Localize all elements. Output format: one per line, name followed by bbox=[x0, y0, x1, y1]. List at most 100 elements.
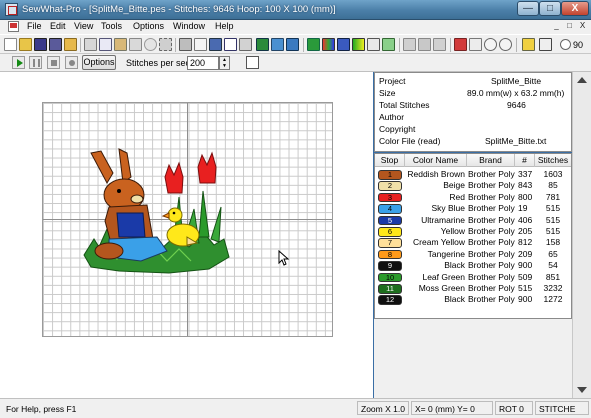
stitches-per-sec-input[interactable]: 200 bbox=[187, 56, 219, 70]
color-stop-row[interactable]: 1 Reddish Brown Brother Poly 337 1603 bbox=[375, 169, 571, 180]
document-icon[interactable] bbox=[8, 21, 19, 32]
color-palette-icon[interactable] bbox=[322, 38, 335, 51]
green-block-icon[interactable] bbox=[307, 38, 320, 51]
info-label-color-file: Color File (read) bbox=[379, 136, 441, 146]
pause-button[interactable] bbox=[29, 56, 42, 69]
book-icon[interactable] bbox=[209, 38, 222, 51]
minimize-button[interactable]: — bbox=[517, 1, 539, 16]
color-stop-row[interactable]: 10 Leaf Green Brother Poly 509 851 bbox=[375, 272, 571, 283]
color-stop-list[interactable]: Stop Color Name Brand # Stitches 1 Reddis… bbox=[374, 153, 572, 319]
color-swatch-box[interactable] bbox=[246, 56, 259, 69]
header-color-name[interactable]: Color Name bbox=[405, 154, 467, 167]
color-number: 812 bbox=[518, 237, 533, 248]
color-brand: Brother Poly bbox=[468, 271, 515, 282]
design-canvas[interactable] bbox=[0, 72, 373, 398]
color-name: Leaf Green bbox=[422, 271, 465, 282]
options-button[interactable]: Options bbox=[82, 55, 116, 70]
undo-icon[interactable] bbox=[144, 38, 157, 51]
open-icon[interactable] bbox=[19, 38, 32, 51]
embroidery-design[interactable] bbox=[79, 147, 239, 277]
color-stop-row[interactable]: 5 Ultramarine Brother Poly 406 515 bbox=[375, 215, 571, 226]
email-icon[interactable] bbox=[271, 38, 284, 51]
print-preview-icon[interactable] bbox=[194, 38, 207, 51]
thread-icon[interactable] bbox=[286, 38, 299, 51]
color-number: 900 bbox=[518, 260, 533, 271]
bunny-ear-right bbox=[118, 148, 132, 184]
copy-icon[interactable] bbox=[99, 38, 112, 51]
help-icon[interactable] bbox=[522, 38, 535, 51]
color-stop-row[interactable]: 2 Beige Brother Poly 843 85 bbox=[375, 180, 571, 191]
cut-icon[interactable] bbox=[84, 38, 97, 51]
info-label-project: Project bbox=[379, 76, 406, 86]
gradient-icon[interactable] bbox=[352, 38, 365, 51]
move-icon[interactable] bbox=[469, 38, 482, 51]
color-swatch: 10 bbox=[378, 272, 402, 283]
color-stop-row[interactable]: 11 Moss Green Brother Poly 515 3232 bbox=[375, 283, 571, 294]
color-stop-row[interactable]: 3 Red Brother Poly 800 781 bbox=[375, 192, 571, 203]
status-bar: For Help, press F1 Zoom X 1.0 X= 0 (mm) … bbox=[0, 398, 591, 418]
red-grid-icon[interactable] bbox=[454, 38, 467, 51]
menu-window[interactable]: Window bbox=[173, 21, 205, 31]
mdi-restore-button[interactable]: □ bbox=[564, 21, 575, 32]
fill-icon[interactable] bbox=[382, 38, 395, 51]
menu-help[interactable]: Help bbox=[215, 21, 234, 31]
color-list-header: Stop Color Name Brand # Stitches bbox=[375, 154, 571, 167]
header-number[interactable]: # bbox=[515, 154, 535, 167]
menu-edit[interactable]: Edit bbox=[50, 21, 66, 31]
text-icon[interactable] bbox=[224, 38, 237, 51]
color-stop-row[interactable]: 12 Black Brother Poly 900 1272 bbox=[375, 294, 571, 305]
color-number: 406 bbox=[518, 214, 533, 225]
print-icon[interactable] bbox=[179, 38, 192, 51]
scroll-up-icon[interactable] bbox=[577, 77, 587, 83]
color-name: Black bbox=[444, 260, 465, 271]
color-stop-row[interactable]: 9 Black Brother Poly 900 54 bbox=[375, 260, 571, 271]
menu-options[interactable]: Options bbox=[133, 21, 164, 31]
monitor-icon[interactable] bbox=[256, 38, 269, 51]
scroll-down-icon[interactable] bbox=[577, 387, 587, 393]
delete-icon[interactable] bbox=[129, 38, 142, 51]
hoop-icon[interactable] bbox=[239, 38, 252, 51]
zoom-in-icon[interactable] bbox=[484, 38, 497, 51]
export-icon[interactable] bbox=[64, 38, 77, 51]
record-button[interactable] bbox=[65, 56, 78, 69]
menu-view[interactable]: View bbox=[74, 21, 93, 31]
header-stitches[interactable]: Stitches bbox=[535, 154, 571, 167]
vertical-scrollbar[interactable] bbox=[572, 72, 591, 398]
color-swatch: 2 bbox=[378, 181, 402, 191]
color-name: Cream Yellow bbox=[413, 237, 465, 248]
paste-icon[interactable] bbox=[114, 38, 127, 51]
play-button[interactable] bbox=[12, 56, 25, 69]
mdi-close-button[interactable]: X bbox=[577, 21, 588, 32]
header-brand[interactable]: Brand bbox=[467, 154, 515, 167]
color-stop-row[interactable]: 6 Yellow Brother Poly 205 515 bbox=[375, 226, 571, 237]
thread-lines-icon[interactable] bbox=[418, 38, 431, 51]
split-icon[interactable] bbox=[433, 38, 446, 51]
menu-file[interactable]: File bbox=[27, 21, 42, 31]
pointer-icon[interactable] bbox=[539, 38, 552, 51]
color-swatch: 7 bbox=[378, 238, 402, 248]
rotate-90-radio[interactable] bbox=[560, 39, 571, 50]
zoom-out-icon[interactable] bbox=[499, 38, 512, 51]
color-number: 515 bbox=[518, 283, 533, 293]
color-stop-row[interactable]: 7 Cream Yellow Brother Poly 812 158 bbox=[375, 237, 571, 248]
save-as-icon[interactable] bbox=[49, 38, 62, 51]
panel-empty-area bbox=[374, 319, 572, 398]
color-stop-row[interactable]: 4 Sky Blue Brother Poly 19 515 bbox=[375, 203, 571, 214]
header-stop[interactable]: Stop bbox=[375, 154, 405, 167]
menu-tools[interactable]: Tools bbox=[101, 21, 122, 31]
grid-icon[interactable] bbox=[367, 38, 380, 51]
mdi-minimize-button[interactable]: _ bbox=[551, 21, 562, 32]
color-name: Beige bbox=[443, 180, 465, 191]
maximize-button[interactable]: □ bbox=[539, 1, 561, 16]
select-all-icon[interactable] bbox=[159, 38, 172, 51]
stitches-per-sec-spinner[interactable]: ▲ ▼ bbox=[219, 56, 230, 70]
sew-icon[interactable] bbox=[403, 38, 416, 51]
color-number: 800 bbox=[518, 191, 533, 202]
new-icon[interactable] bbox=[4, 38, 17, 51]
close-button[interactable]: X bbox=[561, 1, 589, 16]
stop-button[interactable] bbox=[47, 56, 60, 69]
blue-block-icon[interactable] bbox=[337, 38, 350, 51]
color-stop-row[interactable]: 8 Tangerine Brother Poly 209 65 bbox=[375, 249, 571, 260]
save-icon[interactable] bbox=[34, 38, 47, 51]
app-icon[interactable] bbox=[5, 3, 18, 16]
